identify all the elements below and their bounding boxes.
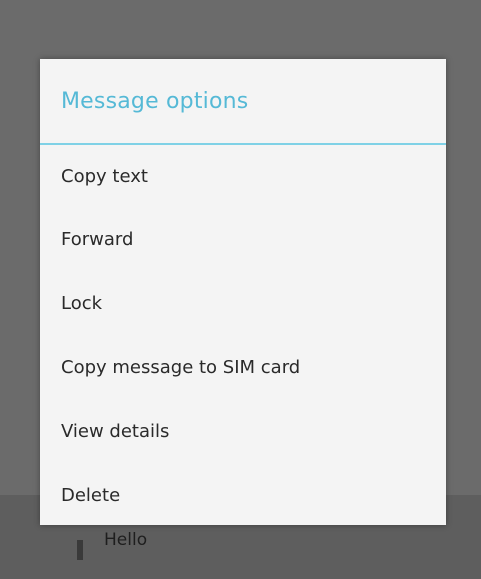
background-message-marker (77, 540, 83, 560)
background-message-text: Hello (104, 530, 148, 550)
message-options-dialog: Message options Copy text Forward Lock C… (40, 59, 446, 525)
menu-item-forward[interactable]: Forward (40, 207, 446, 271)
menu-item-copy-to-sim[interactable]: Copy message to SIM card (40, 335, 446, 399)
dialog-header: Message options (40, 59, 446, 145)
menu-item-view-details[interactable]: View details (40, 399, 446, 463)
dialog-title: Message options (61, 88, 249, 114)
options-menu: Copy text Forward Lock Copy message to S… (40, 145, 446, 525)
menu-item-lock[interactable]: Lock (40, 271, 446, 335)
menu-item-copy-text[interactable]: Copy text (40, 145, 446, 207)
menu-item-delete[interactable]: Delete (40, 463, 446, 525)
